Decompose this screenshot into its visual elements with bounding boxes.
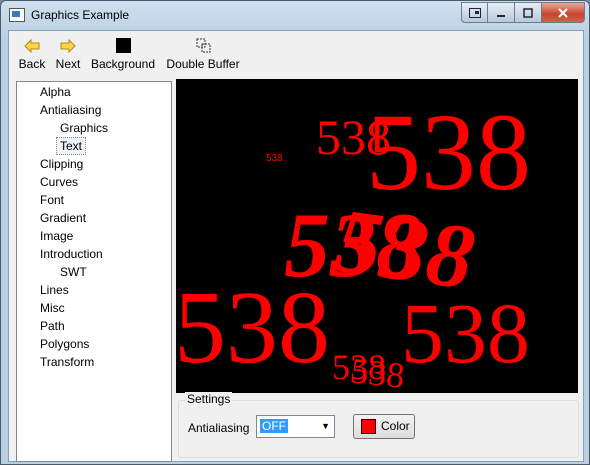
maximize-button[interactable] (515, 2, 542, 23)
tree-item-antialiasing[interactable]: Antialiasing (40, 102, 101, 118)
app-window: Graphics Example Back Next Background Do… (0, 0, 590, 465)
double-buffer-button[interactable]: Double Buffer (165, 37, 241, 71)
background-label: Background (90, 57, 156, 71)
minimize-icon (497, 14, 505, 17)
color-label: Color (381, 419, 410, 433)
tree-item-misc[interactable]: Misc (40, 300, 65, 316)
title-bar: Graphics Example (1, 1, 589, 29)
antialiasing-value: OFF (260, 419, 288, 433)
drawn-text-bottom-overlap: 538 (349, 350, 407, 393)
tree-item-font[interactable]: Font (40, 192, 64, 208)
color-swatch-icon (361, 419, 376, 434)
tree-item-path[interactable]: Path (40, 318, 65, 334)
drawn-text-lower-right: 538 (401, 285, 530, 381)
color-button[interactable]: Color (353, 414, 415, 439)
double-buffer-label: Double Buffer (166, 57, 240, 71)
toolbar: Back Next Background Double Buffer (9, 31, 583, 75)
tree-item-text[interactable]: Text (56, 137, 87, 155)
tree-item-gradient[interactable]: Gradient (40, 210, 86, 226)
example-tree: Alpha Antialiasing Graphics Text Clippin… (16, 81, 172, 462)
window-title: Graphics Example (31, 8, 130, 22)
text-drawing: 538 538 538 538 538 538 538 538 538 (176, 91, 531, 393)
close-button[interactable] (542, 2, 585, 23)
antialiasing-label: Antialiasing (188, 421, 250, 435)
drawn-text-small: 538 (266, 153, 283, 164)
drawing-canvas[interactable]: 538 538 538 538 538 538 538 538 538 (176, 79, 578, 393)
snap-button[interactable] (461, 2, 488, 23)
background-color-icon (115, 38, 131, 53)
tree-item-image[interactable]: Image (40, 228, 73, 244)
back-button[interactable]: Back (17, 37, 47, 71)
background-button[interactable]: Background (89, 37, 157, 71)
tree-item-transform[interactable]: Transform (40, 354, 94, 370)
tree-item-polygons[interactable]: Polygons (40, 336, 89, 352)
double-buffer-icon (196, 38, 210, 53)
close-icon (558, 7, 568, 18)
antialiasing-combo[interactable]: OFF ▼ (256, 415, 335, 438)
next-button[interactable]: Next (53, 37, 83, 71)
snap-icon (468, 7, 481, 18)
settings-legend: Settings (185, 392, 233, 406)
next-arrow-icon (60, 38, 76, 53)
tree-item-graphics[interactable]: Graphics (60, 120, 108, 136)
maximize-icon (523, 7, 533, 18)
settings-group: Settings Antialiasing OFF ▼ Color (178, 392, 579, 458)
tree-item-clipping[interactable]: Clipping (40, 156, 83, 172)
app-icon (9, 8, 25, 22)
tree-item-introduction[interactable]: Introduction (40, 246, 103, 262)
tree-item-alpha[interactable]: Alpha (40, 84, 71, 100)
minimize-button[interactable] (488, 2, 515, 23)
chevron-down-icon: ▼ (321, 421, 330, 431)
next-label: Next (55, 57, 81, 71)
drawn-text-lower-left: 538 (176, 270, 330, 385)
tree-item-lines[interactable]: Lines (40, 282, 69, 298)
tree-item-swt[interactable]: SWT (60, 264, 87, 280)
tree-item-curves[interactable]: Curves (40, 174, 78, 190)
back-arrow-icon (24, 38, 40, 53)
window-controls (461, 2, 585, 23)
back-label: Back (18, 57, 46, 71)
client-area: Back Next Background Double Buffer Alpha… (8, 30, 584, 462)
